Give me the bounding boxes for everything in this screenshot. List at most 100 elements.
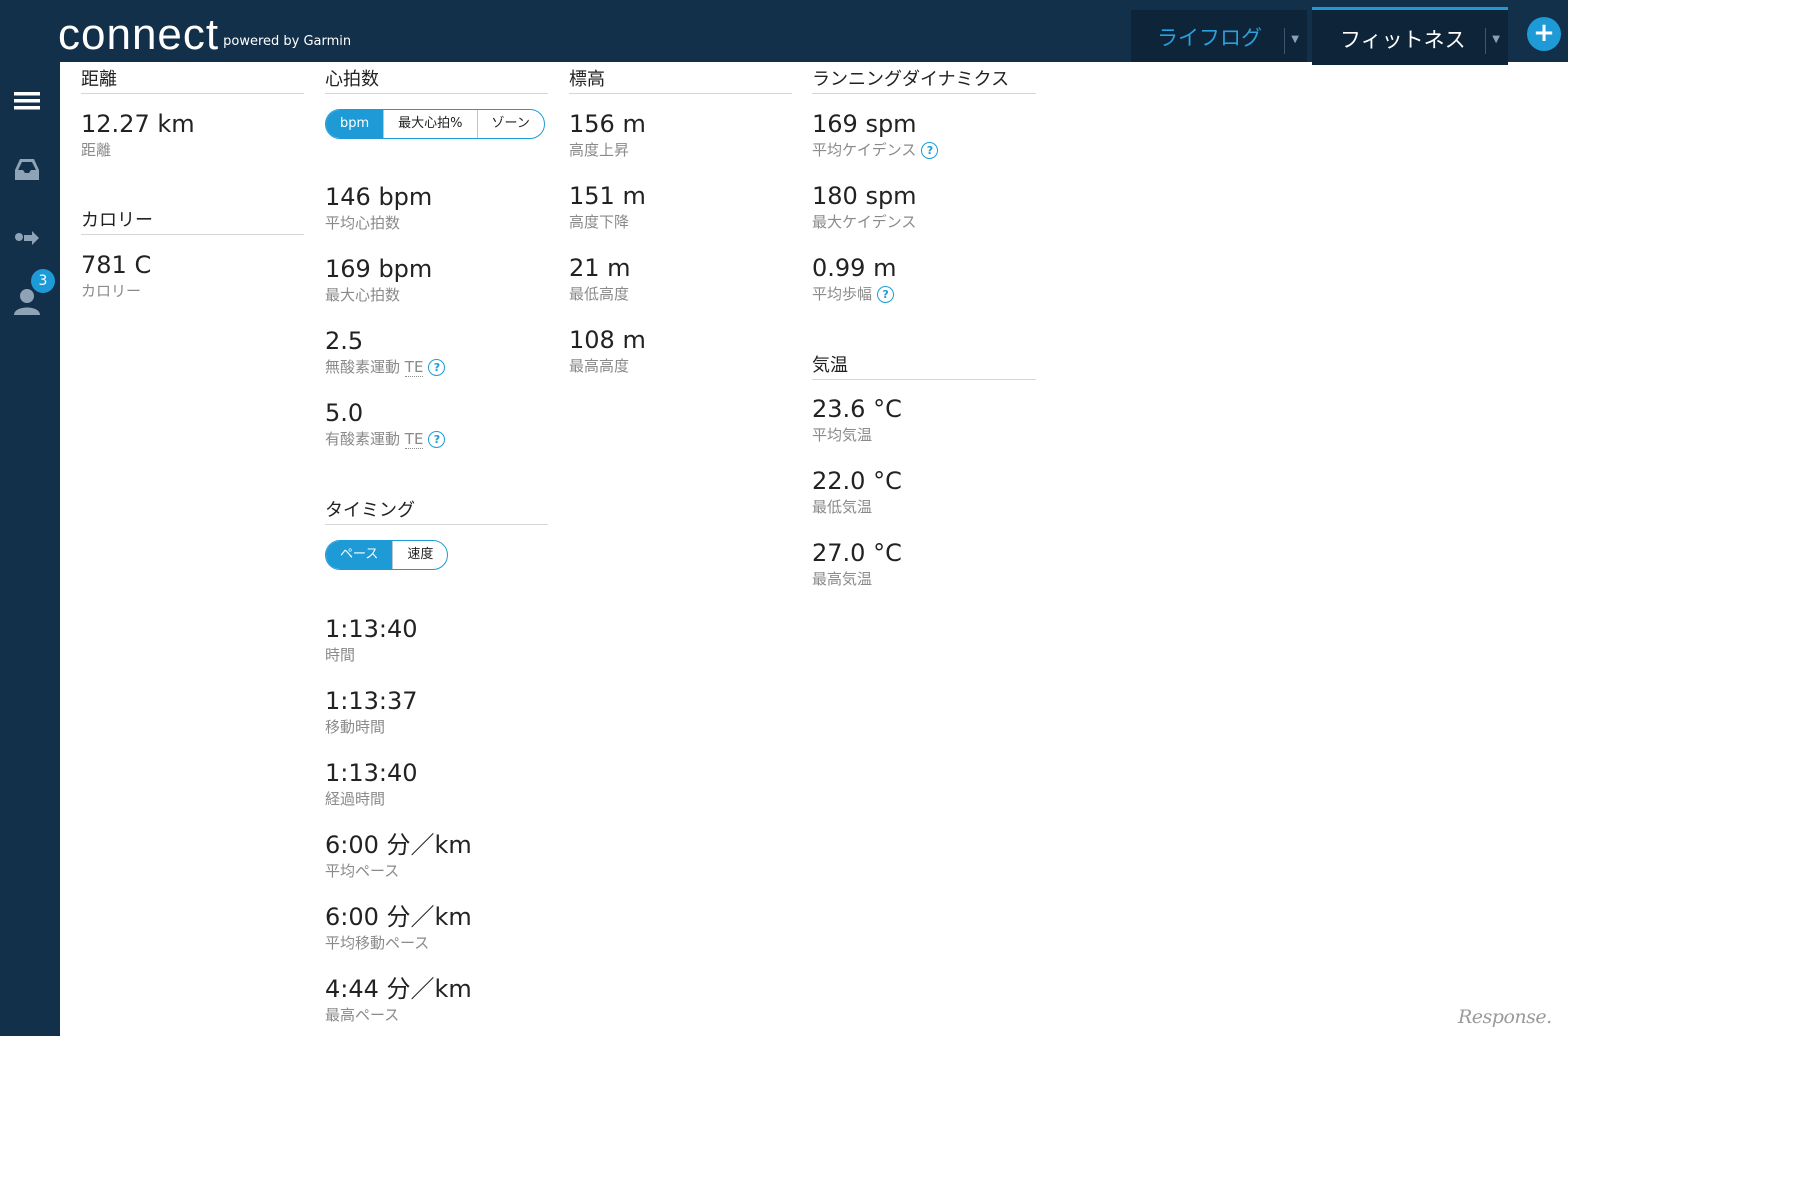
- metric-elevation-gain: 156 m 高度上昇: [569, 110, 646, 160]
- metric-label: 最大心拍数: [325, 286, 401, 304]
- metric-value: 146 bpm: [325, 183, 433, 211]
- toggle-speed[interactable]: 速度: [392, 541, 447, 569]
- metric-label: 移動時間: [325, 718, 386, 736]
- te-abbreviation[interactable]: TE: [404, 358, 424, 377]
- metric-label: 最高ペース: [325, 1006, 400, 1024]
- metric-value: 6:00 分／km: [325, 831, 472, 859]
- metric-label-text: 平均ケイデンス: [812, 141, 917, 159]
- chevron-down-icon[interactable]: ▼: [1492, 34, 1500, 45]
- tab-lifelog[interactable]: ライフログ ▼: [1131, 10, 1307, 62]
- metric-value: 151 m: [569, 182, 646, 210]
- help-icon[interactable]: ?: [877, 286, 895, 303]
- metric-value: 27.0 °C: [812, 539, 902, 567]
- tab-fitness[interactable]: フィットネス ▼: [1312, 7, 1508, 65]
- toggle-bpm[interactable]: bpm: [326, 110, 384, 138]
- metric-label: 無酸素運動 TE?: [325, 357, 446, 377]
- section-title: カロリー: [81, 207, 304, 235]
- watermark: Response.: [1458, 1006, 1552, 1028]
- metric-max-cadence: 180 spm 最大ケイデンス: [812, 182, 917, 232]
- logo-subtitle: powered by Garmin: [223, 34, 352, 49]
- metric-value: 180 spm: [812, 182, 917, 210]
- metric-elevation-loss: 151 m 高度下降: [569, 182, 646, 232]
- metric-label-text: 平均歩幅: [812, 285, 873, 303]
- metric-label: 距離: [81, 141, 112, 159]
- section-title: タイミング: [325, 497, 548, 525]
- metric-anaerobic-te: 2.5 無酸素運動 TE?: [325, 327, 446, 377]
- metric-value: 169 spm: [812, 110, 917, 138]
- metric-value: 4:44 分／km: [325, 975, 472, 1003]
- metric-label: 平均心拍数: [325, 214, 401, 232]
- metric-label-text: 有酸素運動: [325, 430, 401, 448]
- tab-divider: [1284, 28, 1285, 54]
- heart-rate-unit-toggle: bpm 最大心拍% ゾーン: [325, 109, 545, 139]
- calories-section: カロリー 781 C カロリー: [81, 207, 304, 300]
- section-title: 距離: [81, 66, 304, 94]
- connections-icon[interactable]: [12, 222, 42, 252]
- metric-min-temp: 22.0 °C 最低気温: [812, 467, 902, 517]
- metric-value: 1:13:37: [325, 687, 418, 715]
- metric-distance: 12.27 km 距離: [81, 110, 195, 160]
- help-icon[interactable]: ?: [428, 359, 446, 376]
- metric-avg-hr: 146 bpm 平均心拍数: [325, 183, 432, 233]
- metric-value: 5.0: [325, 399, 364, 427]
- metric-max-elevation: 108 m 最高高度: [569, 326, 646, 376]
- menu-icon[interactable]: [12, 86, 42, 116]
- toggle-max-hr-percent[interactable]: 最大心拍%: [383, 110, 476, 138]
- help-icon[interactable]: ?: [428, 431, 446, 448]
- metric-avg-pace: 6:00 分／km 平均ペース: [325, 831, 472, 881]
- logo-wordmark: connect: [58, 10, 220, 59]
- metric-value: 156 m: [569, 110, 646, 138]
- distance-section: 距離 12.27 km 距離: [81, 66, 304, 159]
- heart-rate-section: 心拍数 bpm 最大心拍% ゾーン 146 bpm 平均心拍数 169 bpm …: [325, 66, 548, 449]
- temperature-section: 気温 23.6 °C 平均気温 22.0 °C 最低気温 27.0 °C 最高気…: [812, 352, 1036, 588]
- toggle-zone[interactable]: ゾーン: [476, 110, 544, 138]
- metric-max-temp: 27.0 °C 最高気温: [812, 539, 902, 589]
- metric-time: 1:13:40 時間: [325, 615, 418, 665]
- running-dynamics-section: ランニングダイナミクス 169 spm 平均ケイデンス? 180 spm 最大ケ…: [812, 66, 1036, 303]
- metric-value: 169 bpm: [325, 255, 433, 283]
- metric-label: 最高高度: [569, 357, 630, 375]
- timing-mode-toggle: ペース 速度: [325, 540, 449, 570]
- metric-label: 高度下降: [569, 213, 630, 231]
- section-title: 気温: [812, 352, 1036, 380]
- section-title: 標高: [569, 66, 792, 94]
- metric-elapsed-time: 1:13:40 経過時間: [325, 759, 418, 809]
- metric-label: 平均移動ペース: [325, 934, 430, 952]
- metric-value: 6:00 分／km: [325, 903, 472, 931]
- chevron-down-icon[interactable]: ▼: [1291, 34, 1299, 45]
- help-icon[interactable]: ?: [921, 142, 939, 159]
- inbox-icon[interactable]: [12, 154, 42, 184]
- metric-label: 有酸素運動 TE?: [325, 429, 446, 449]
- garmin-connect-logo[interactable]: connect powered by Garmin: [58, 10, 351, 60]
- metric-value: 2.5: [325, 327, 364, 355]
- section-title: ランニングダイナミクス: [812, 66, 1036, 94]
- metric-avg-moving-pace: 6:00 分／km 平均移動ペース: [325, 903, 472, 953]
- toggle-pace[interactable]: ペース: [326, 541, 393, 569]
- metric-value: 0.99 m: [812, 254, 897, 282]
- metric-label: 最低高度: [569, 285, 630, 303]
- tab-fitness-label: フィットネス: [1340, 28, 1466, 52]
- tab-lifelog-label: ライフログ: [1157, 26, 1262, 50]
- metric-avg-cadence: 169 spm 平均ケイデンス?: [812, 110, 939, 160]
- metric-label: 平均気温: [812, 426, 873, 444]
- metric-label: 平均ペース: [325, 862, 400, 880]
- metric-label: 平均ケイデンス?: [812, 140, 939, 160]
- timing-section: タイミング ペース 速度 1:13:40 時間 1:13:37 移動時間 1:1…: [325, 497, 548, 1024]
- metric-value: 21 m: [569, 254, 631, 282]
- metric-avg-temp: 23.6 °C 平均気温: [812, 395, 902, 445]
- sidebar: 3: [0, 62, 60, 1036]
- metric-max-hr: 169 bpm 最大心拍数: [325, 255, 432, 305]
- metric-value: 12.27 km: [81, 110, 195, 138]
- metric-min-elevation: 21 m 最低高度: [569, 254, 631, 304]
- metric-label: 高度上昇: [569, 141, 630, 159]
- top-bar: connect powered by Garmin ライフログ ▼ フィットネス …: [0, 0, 1568, 65]
- tab-divider: [1485, 28, 1486, 54]
- metric-calories: 781 C カロリー: [81, 251, 151, 301]
- metric-label: 最高気温: [812, 570, 873, 588]
- profile-icon[interactable]: [12, 286, 42, 316]
- metric-value: 781 C: [81, 251, 152, 279]
- te-abbreviation[interactable]: TE: [404, 430, 424, 449]
- metric-moving-time: 1:13:37 移動時間: [325, 687, 418, 737]
- add-button[interactable]: +: [1527, 17, 1561, 51]
- metric-label: 最低気温: [812, 498, 873, 516]
